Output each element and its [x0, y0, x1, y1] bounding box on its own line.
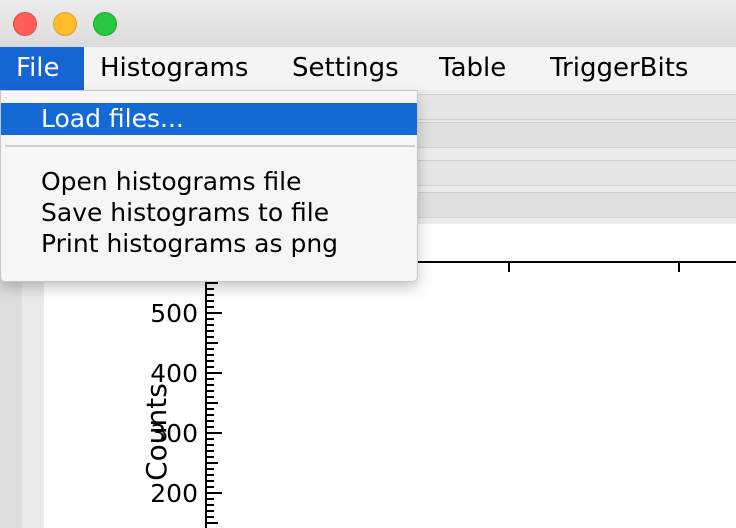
y-tick-label: 200 [150, 479, 198, 508]
menu-item-open-histograms[interactable]: Open histograms file [1, 166, 417, 198]
menu-item-load-files[interactable]: Load files... [1, 103, 417, 135]
y-tick-label: 500 [150, 299, 198, 328]
minimize-window-button[interactable] [53, 12, 77, 36]
menu-table[interactable]: Table [423, 47, 531, 90]
menu-file[interactable]: File [0, 47, 84, 90]
y-axis-title: Counts [140, 383, 173, 481]
menu-item-print-png[interactable]: Print histograms as png [1, 228, 417, 260]
menu-settings[interactable]: Settings [276, 47, 416, 90]
title-bar [0, 0, 736, 46]
close-window-button[interactable] [13, 12, 37, 36]
menu-item-save-histograms[interactable]: Save histograms to file [1, 197, 417, 229]
maximize-window-button[interactable] [93, 12, 117, 36]
menu-histograms[interactable]: Histograms [84, 47, 272, 90]
menu-triggerbits[interactable]: TriggerBits [534, 47, 734, 90]
menu-separator [5, 145, 415, 147]
menu-bar: File Histograms Settings Table TriggerBi… [0, 46, 736, 90]
file-menu-dropdown: Load files... Open histograms file Save … [0, 90, 418, 282]
